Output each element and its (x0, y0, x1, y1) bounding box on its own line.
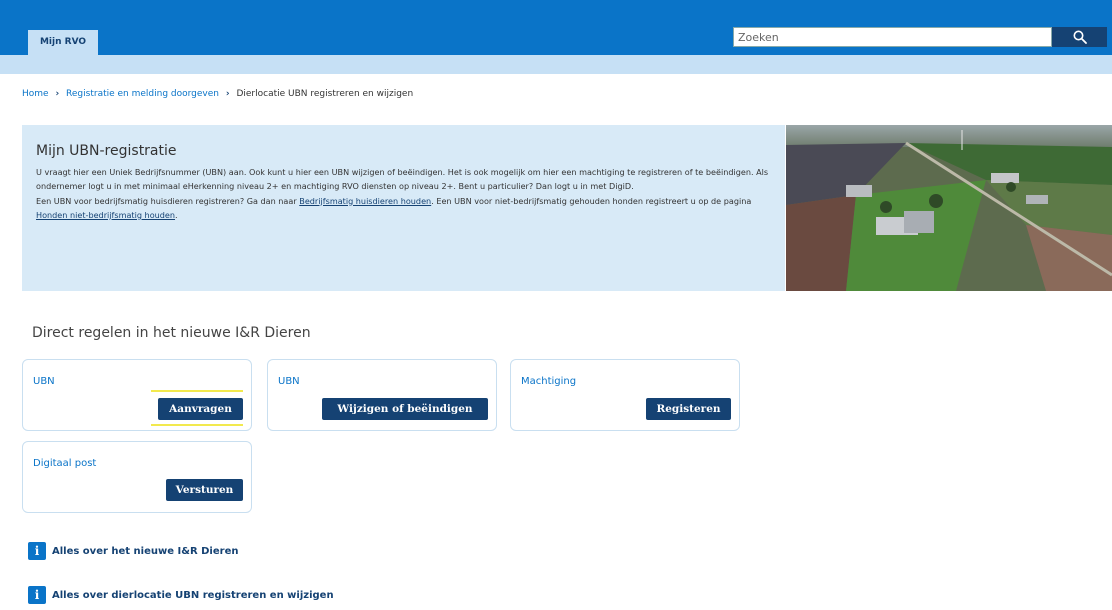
link-honden-niet-bedrijfsmatig[interactable]: Honden niet-bedrijfsmatig houden (36, 210, 175, 220)
info-icon: i (28, 586, 46, 604)
card-label: Digitaal post (33, 458, 97, 469)
card-label: UBN (33, 376, 55, 387)
highlight-mark (151, 390, 243, 392)
registeren-button[interactable]: Registeren (646, 398, 731, 420)
breadcrumb: Home › Registratie en melding doorgeven … (22, 89, 413, 99)
versturen-button[interactable]: Versturen (166, 479, 243, 501)
breadcrumb-home[interactable]: Home (22, 89, 49, 99)
breadcrumb-current: Dierlocatie UBN registreren en wijzigen (236, 89, 414, 99)
highlight-mark (151, 424, 243, 426)
card-machtiging: Machtiging Registeren (510, 359, 740, 431)
link-bedrijfsmatig-huisdieren[interactable]: Bedrijfsmatig huisdieren houden (299, 196, 431, 206)
section-title: Direct regelen in het nieuwe I&R Dieren (32, 325, 311, 341)
hero-text-2a: Een UBN voor bedrijfsmatig huisdieren re… (36, 195, 300, 206)
breadcrumb-registratie[interactable]: Registratie en melding doorgeven (66, 89, 219, 99)
farm-aerial-image (786, 125, 1112, 291)
chevron-right-icon: › (55, 89, 60, 99)
card-ubn-wijzigen: UBN Wijzigen of beëindigen (267, 359, 497, 431)
hero-description: U vraagt hier een Uniek Bedrijfsnummer (… (36, 165, 778, 222)
card-ubn-aanvragen: UBN Aanvragen (22, 359, 252, 431)
search-button[interactable] (1052, 27, 1107, 47)
tab-mijn-rvo[interactable]: Mijn RVO (28, 30, 98, 55)
aanvragen-button[interactable]: Aanvragen (158, 398, 243, 420)
info-link-label: Alles over het nieuwe I&R Dieren (52, 545, 239, 557)
search-input[interactable] (733, 27, 1052, 47)
hero-text-2c: . (175, 209, 178, 220)
card-label: Machtiging (521, 376, 577, 387)
hero-panel: Mijn UBN-registratie U vraagt hier een U… (22, 125, 785, 291)
search-icon (1073, 30, 1087, 44)
card-label: UBN (278, 376, 300, 387)
card-digitaal-post: Digitaal post Versturen (22, 441, 252, 513)
hero-text-1: U vraagt hier een Uniek Bedrijfsnummer (… (36, 167, 769, 192)
info-link-dierlocatie-ubn[interactable]: i Alles over dierlocatie UBN registreren… (28, 586, 334, 604)
info-link-label: Alles over dierlocatie UBN registreren e… (52, 589, 334, 601)
page-title: Mijn UBN-registratie (36, 143, 177, 159)
wijzigen-beeindigen-button[interactable]: Wijzigen of beëindigen (322, 398, 488, 420)
hero-text-2b: . Een UBN voor niet-bedrijfsmatig gehoud… (431, 195, 752, 206)
top-bar: Mijn RVO (0, 0, 1112, 55)
info-icon: i (28, 542, 46, 560)
info-link-ir-dieren[interactable]: i Alles over het nieuwe I&R Dieren (28, 542, 238, 560)
sub-bar (0, 55, 1112, 74)
chevron-right-icon: › (225, 89, 230, 99)
